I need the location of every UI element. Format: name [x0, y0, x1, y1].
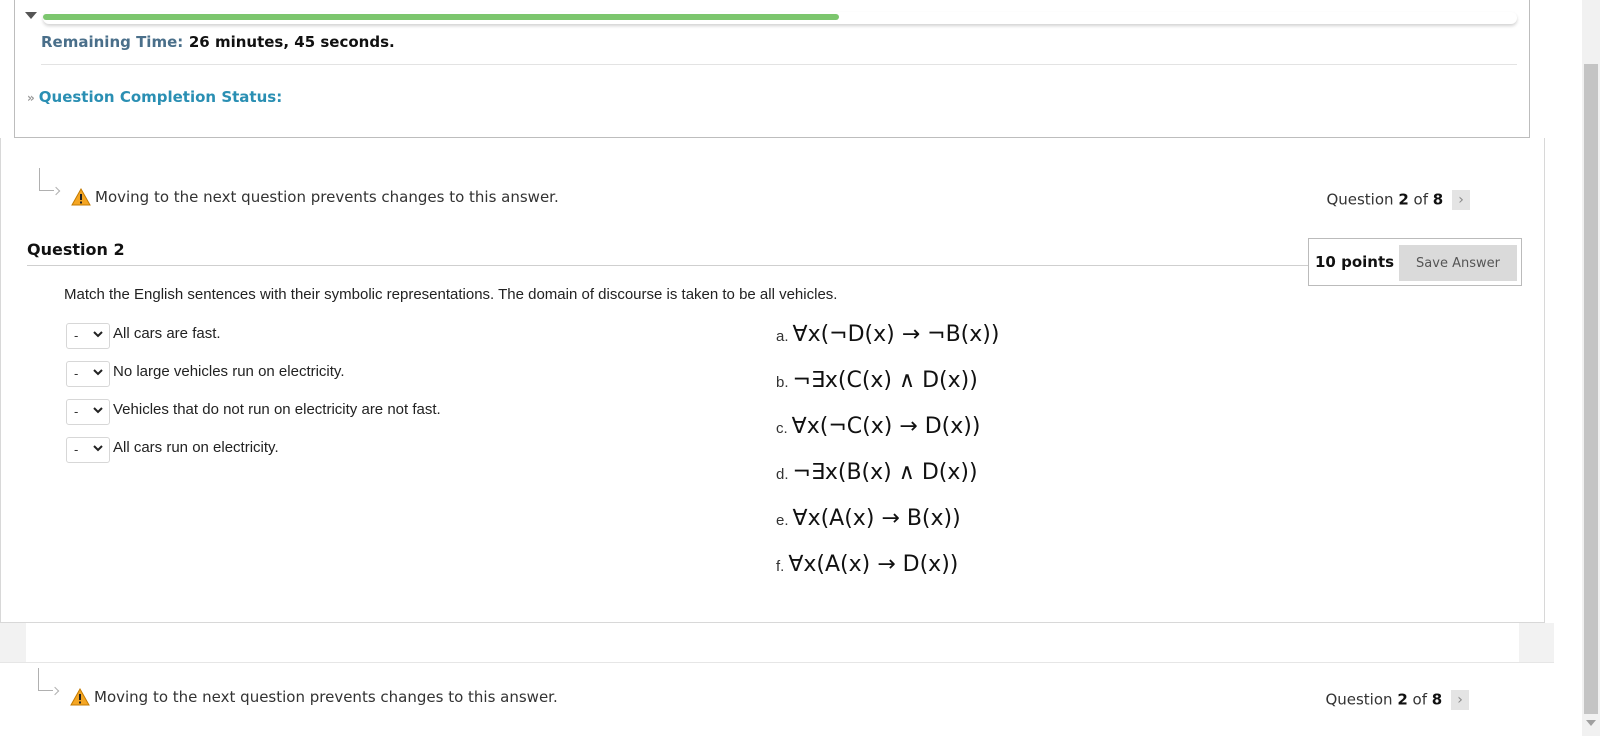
- option-formula: ∀x(¬C(x) → D(x)): [791, 414, 981, 439]
- test-page: Remaining Time: 26 minutes, 45 seconds. …: [0, 0, 1600, 736]
- answer-option-f: f. ∀x(A(x) → D(x)): [776, 552, 958, 577]
- collapse-toggle-icon[interactable]: [25, 12, 37, 19]
- page-gutter: [0, 623, 26, 663]
- question-area: Moving to the next question prevents cha…: [0, 138, 1545, 623]
- double-chevron-down-icon: »: [27, 91, 35, 105]
- title-divider: [27, 265, 1309, 266]
- answer-option-b: b. ¬∃x(C(x) ∧ D(x)): [776, 368, 978, 393]
- match-item-text: All cars run on electricity.: [113, 439, 279, 456]
- match-select[interactable]: -: [66, 437, 110, 463]
- time-progress-bar: [43, 12, 1517, 24]
- warning-icon: [70, 688, 90, 706]
- question-counter-current: 2: [1398, 190, 1409, 209]
- select-value: -: [74, 366, 79, 381]
- time-progress-fill: [43, 14, 839, 20]
- points-label: 10 points: [1315, 253, 1395, 271]
- question-counter-of: of: [1413, 190, 1428, 209]
- remaining-time-value: 26 minutes, 45 seconds.: [188, 33, 395, 51]
- match-item-text: No large vehicles run on electricity.: [113, 363, 345, 380]
- return-arrow-icon: [38, 668, 53, 691]
- match-select[interactable]: -: [66, 323, 110, 349]
- vertical-scrollbar[interactable]: [1582, 0, 1600, 736]
- select-value: -: [74, 328, 79, 343]
- match-select[interactable]: -: [66, 399, 110, 425]
- answer-option-e: e. ∀x(A(x) → B(x)): [776, 506, 961, 531]
- question-counter-current: 2: [1397, 690, 1408, 709]
- remaining-time-label: Remaining Time:: [41, 33, 184, 51]
- question-title: Question 2: [27, 240, 125, 259]
- chevron-down-icon: [93, 445, 103, 452]
- question-counter-total: 8: [1431, 690, 1443, 709]
- option-letter: d.: [776, 466, 789, 483]
- question-nav-bottom: Moving to the next question prevents cha…: [0, 668, 1545, 716]
- completion-status-label[interactable]: Question Completion Status:: [39, 88, 282, 106]
- save-answer-button[interactable]: Save Answer: [1399, 245, 1517, 281]
- option-letter: e.: [776, 512, 789, 529]
- chevron-down-icon: [93, 407, 103, 414]
- next-question-button[interactable]: ›: [1452, 190, 1470, 210]
- question-completion-status[interactable]: » Question Completion Status:: [27, 88, 282, 106]
- option-formula: ∀x(¬D(x) → ¬B(x)): [792, 322, 1000, 347]
- page-gutter: [1519, 623, 1554, 663]
- question-counter-total: 8: [1432, 190, 1444, 209]
- question-counter: Question 2 of 8 ›: [1325, 690, 1469, 710]
- question-prompt: Match the English sentences with their s…: [64, 286, 838, 303]
- chevron-down-icon: [93, 369, 103, 376]
- points-box: 10 points Save Answer: [1308, 238, 1522, 286]
- remaining-time: Remaining Time: 26 minutes, 45 seconds.: [41, 32, 395, 51]
- select-value: -: [74, 442, 79, 457]
- scrollbar-thumb[interactable]: [1584, 64, 1598, 714]
- answer-option-c: c. ∀x(¬C(x) → D(x)): [776, 414, 980, 439]
- option-formula: ¬∃x(B(x) ∧ D(x)): [792, 460, 978, 485]
- option-letter: f.: [776, 558, 785, 575]
- next-question-button[interactable]: ›: [1451, 690, 1469, 710]
- divider: [41, 64, 1517, 65]
- option-letter: b.: [776, 374, 789, 391]
- option-letter: c.: [776, 420, 788, 437]
- question-counter-prefix: Question: [1326, 190, 1394, 209]
- question-nav-top: Moving to the next question prevents cha…: [1, 168, 1546, 216]
- option-formula: ∀x(A(x) → B(x)): [792, 506, 961, 531]
- question-counter-of: of: [1412, 690, 1427, 709]
- question-counter-prefix: Question: [1325, 690, 1393, 709]
- select-value: -: [74, 404, 79, 419]
- answer-option-d: d. ¬∃x(B(x) ∧ D(x)): [776, 460, 978, 485]
- warning-icon: [71, 188, 91, 206]
- warning-text: Moving to the next question prevents cha…: [94, 688, 558, 706]
- page-separator: [0, 662, 1554, 663]
- answer-option-a: a. ∀x(¬D(x) → ¬B(x)): [776, 322, 999, 347]
- option-formula: ∀x(A(x) → D(x)): [788, 552, 959, 577]
- question-counter: Question 2 of 8 ›: [1326, 190, 1470, 210]
- scroll-down-icon[interactable]: [1586, 720, 1596, 726]
- test-status-panel: Remaining Time: 26 minutes, 45 seconds. …: [14, 0, 1530, 138]
- chevron-down-icon: [93, 331, 103, 338]
- option-formula: ¬∃x(C(x) ∧ D(x)): [792, 368, 978, 393]
- match-item-text: Vehicles that do not run on electricity …: [113, 401, 441, 418]
- return-arrow-icon: [39, 168, 54, 191]
- option-letter: a.: [776, 328, 789, 345]
- warning-text: Moving to the next question prevents cha…: [95, 188, 559, 206]
- match-select[interactable]: -: [66, 361, 110, 387]
- match-item-text: All cars are fast.: [113, 325, 221, 342]
